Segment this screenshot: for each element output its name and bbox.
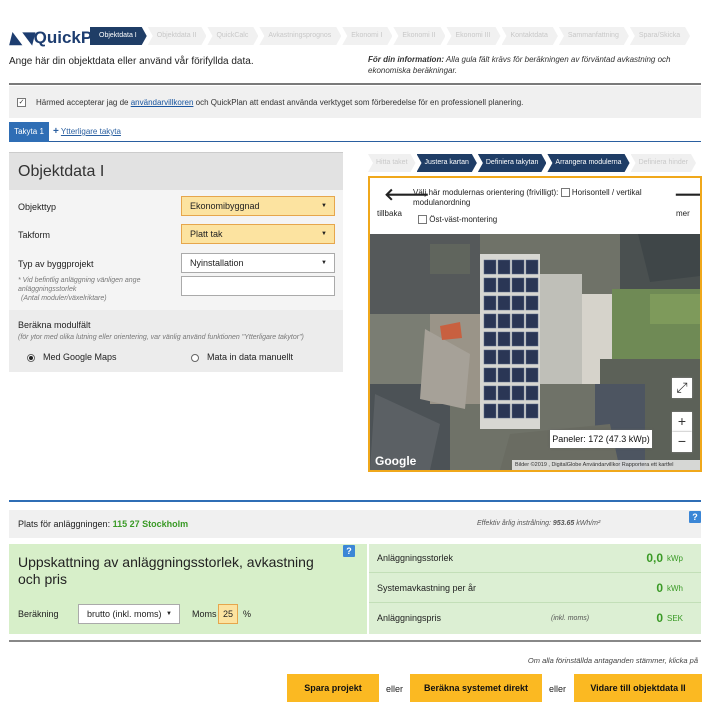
objekttyp-select[interactable]: Ekonomibyggnad ▼	[181, 196, 335, 216]
top-bar: ◣◥ QuickPlan Objektdata I Objektdata II Qu…	[0, 0, 706, 82]
arrow-right-icon[interactable]: 🡒	[674, 185, 700, 205]
caret-down-icon: ▼	[321, 260, 327, 266]
berakning-label: Beräkning	[18, 609, 59, 619]
wizard-step[interactable]: QuickCalc	[207, 27, 258, 45]
takform-label: Takform	[18, 230, 51, 240]
consent-checkbox[interactable]: ✓	[17, 97, 26, 107]
byggprojekt-label: Typ av byggprojekt	[18, 259, 94, 269]
wizard-step[interactable]: Ekonomi I	[342, 27, 392, 45]
caret-down-icon: ▼	[166, 611, 172, 617]
zoom-out-button[interactable]: −	[672, 432, 692, 452]
result-row: Anläggningspris (inkl. moms) 0 SEK	[377, 611, 684, 625]
byggprojekt-select[interactable]: Nyinstallation ▼	[181, 253, 335, 273]
wizard-steps: Objektdata I Objektdata II QuickCalc Avkast…	[90, 27, 691, 45]
result-row: Systemavkastning per år 0 kWh	[369, 574, 701, 603]
location-label: Plats för anläggningen: 115 27 Stockholm	[18, 519, 189, 529]
wizard-step[interactable]: Objektdata I	[90, 27, 147, 45]
map-toolbar: 🡐 tillbaka 🡒 mer Välj här modulernas ori…	[370, 178, 700, 234]
map-step[interactable]: Hitta taket	[368, 154, 416, 172]
takform-select[interactable]: Platt tak ▼	[181, 224, 335, 244]
next-objektdata-button[interactable]: Vidare till objektdata II	[574, 674, 702, 702]
plus-icon: +	[53, 126, 59, 137]
orientation-prompt: Välj här modulernas orientering (frivill…	[413, 188, 642, 207]
back-link[interactable]: tillbaka	[377, 209, 402, 218]
radio-google-maps[interactable]: Med Google Maps	[27, 352, 117, 362]
modulfalt-note: (för ytor med olika lutning eller orient…	[18, 334, 304, 341]
or-text: eller	[386, 684, 404, 694]
objekttyp-label: Objekttyp	[18, 202, 57, 212]
panels-count: Paneler: 172 (47.3 kWp)	[550, 430, 652, 448]
byggprojekt-note: * Vid befintlig anläggning vänligen ange…	[18, 277, 141, 302]
divider	[9, 83, 701, 85]
ostvast-checkbox[interactable]	[418, 215, 427, 225]
results-panel: Anläggningsstorlek 0,0 kWp Systemavkastnin…	[369, 544, 701, 634]
add-roof-tab[interactable]: + Ytterligare takyta	[53, 125, 121, 139]
map-steps: Hitta taket Justera kartan Definiera takyt…	[368, 154, 697, 172]
next-link[interactable]: mer	[676, 209, 690, 218]
terms-link[interactable]: användarvillkoren	[131, 98, 194, 107]
divider-blue	[9, 500, 701, 502]
wizard-step[interactable]: Avkastningsprognos	[259, 27, 341, 45]
save-project-button[interactable]: Spara projekt	[287, 674, 379, 702]
moms-input[interactable]: 25	[218, 604, 238, 624]
or-text: eller	[549, 684, 567, 694]
estimate-panel: Uppskattning av anläggningsstorlek, avka…	[9, 544, 367, 634]
existing-size-input[interactable]	[181, 276, 335, 296]
moms-unit: %	[243, 609, 252, 619]
consent-bar: ✓ Härmed accepterar jag de användarvillk…	[9, 86, 701, 118]
modulfalt-section: Beräkna modulfält (för ytor med olika lu…	[9, 310, 343, 372]
zoom-in-button[interactable]: +	[672, 412, 692, 432]
map-step[interactable]: Justera kartan	[417, 154, 477, 172]
caret-down-icon: ▼	[321, 231, 327, 237]
wizard-step[interactable]: Ekonomi III	[446, 27, 500, 45]
caret-down-icon: ▼	[321, 203, 327, 209]
moms-label: Moms	[192, 609, 217, 619]
irradiation: Effektiv årlig instrålning: 953.65 kWh/m…	[477, 520, 601, 527]
horizontal-checkbox[interactable]	[560, 188, 570, 198]
modulfalt-label: Beräkna modulfält	[18, 320, 91, 330]
estimate-title: Uppskattning av anläggningsstorlek, avka…	[18, 554, 314, 587]
map-step[interactable]: Arrangera modulerna	[547, 154, 629, 172]
intro-text: Ange här din objektdata eller använd vår…	[9, 56, 254, 67]
wizard-step[interactable]: Kontaktdata	[502, 27, 558, 45]
radio-selected-icon	[27, 353, 35, 362]
footer-hint: Om alla förinställda antaganden stämmer,…	[527, 656, 698, 665]
info-text: För din information: Alla gula fält kräv…	[368, 55, 671, 75]
berakning-select[interactable]: brutto (inkl. moms) ▼	[78, 604, 180, 624]
map-step[interactable]: Definiera takytan	[478, 154, 547, 172]
wizard-step[interactable]: Sammanfattning	[559, 27, 629, 45]
wizard-step[interactable]: Objektdata II	[148, 27, 207, 45]
calculate-button[interactable]: Beräkna systemet direkt	[410, 674, 542, 702]
consent-text: Härmed accepterar jag de användarvillkor…	[36, 97, 524, 107]
wizard-step[interactable]: Ekonomi II	[393, 27, 445, 45]
tab-takyta-1[interactable]: Takyta 1	[9, 122, 49, 142]
ostvast-option[interactable]: Öst-väst-montering	[418, 215, 497, 225]
radio-empty-icon	[191, 353, 199, 362]
help-icon[interactable]: ?	[689, 511, 701, 523]
roof-tabs: Takyta 1 + Ytterligare takyta	[9, 122, 701, 142]
divider	[9, 640, 701, 642]
map-attribution[interactable]: Bilder ©2019 , DigitalGlobe Användarvill…	[512, 460, 700, 470]
location-bar: Plats för anläggningen: 115 27 Stockholm…	[9, 510, 701, 538]
wizard-step[interactable]: Spara/Skicka	[630, 27, 690, 45]
result-row: Anläggningsstorlek 0,0 kWp	[369, 544, 701, 573]
map-container[interactable]: 🡐 tillbaka 🡒 mer Välj här modulernas ori…	[368, 176, 702, 472]
objektdata-panel: Objektdata I Objekttyp Ekonomibyggnad ▼ T…	[9, 152, 343, 372]
radio-manual[interactable]: Mata in data manuellt	[191, 352, 293, 362]
map-step[interactable]: Definiera hinder	[631, 154, 696, 172]
panel-title: Objektdata I	[9, 152, 343, 190]
google-logo: Google	[375, 454, 417, 468]
logo-mark-icon: ◣◥	[10, 30, 33, 47]
help-icon[interactable]: ?	[343, 545, 355, 557]
fullscreen-icon[interactable]: ⤢	[672, 378, 692, 398]
